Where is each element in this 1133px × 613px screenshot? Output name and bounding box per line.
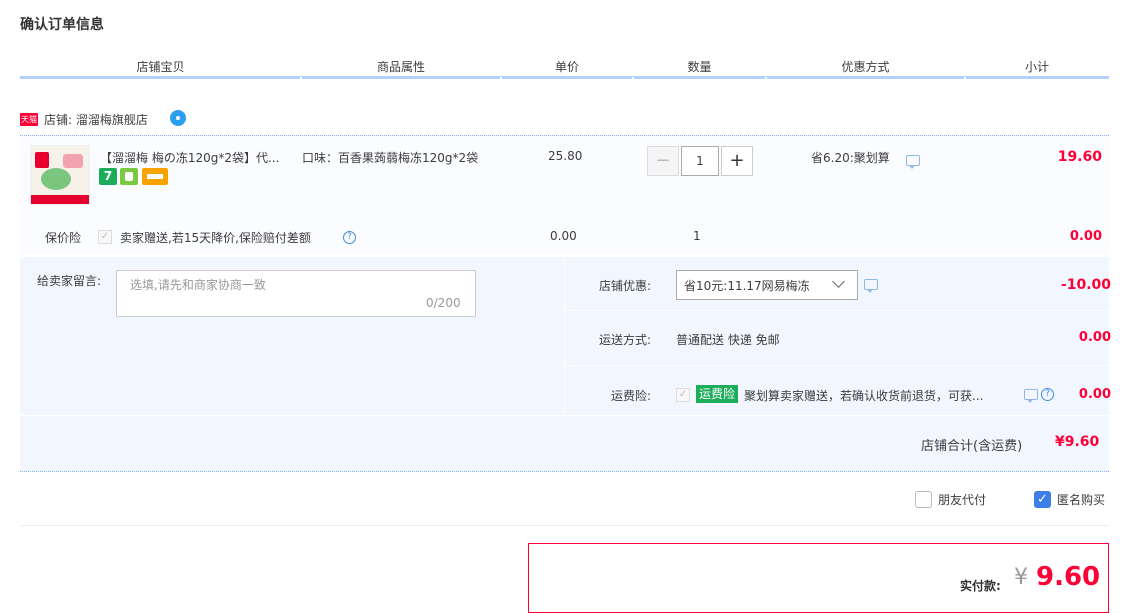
page-title: 确认订单信息 xyxy=(20,17,104,33)
header-separator xyxy=(500,77,502,80)
shipping-amount: 0.00 xyxy=(1078,330,1111,345)
column-header-unit-price: 单价 xyxy=(554,60,579,74)
product-attribute: 口味：百香果蒟蒻梅冻120g*2袋 xyxy=(302,151,479,165)
options-divider xyxy=(564,257,565,415)
promotion-comment-icon[interactable] xyxy=(906,155,920,169)
options-divider xyxy=(20,415,1109,416)
price-protection-label: 保价险 xyxy=(45,231,82,245)
unit-price: 25.80 xyxy=(548,149,583,163)
price-protection-text: 卖家赠送,若15天降价,保险赔付差额 xyxy=(120,231,311,245)
product-title-link[interactable]: 【溜溜梅 梅の冻120g*2袋】代... xyxy=(100,149,300,166)
seven-day-return-icon: 7 xyxy=(99,168,117,185)
wangwang-chat-icon[interactable] xyxy=(170,110,186,126)
header-separator xyxy=(765,77,767,80)
options-divider xyxy=(565,310,1109,311)
shipping-method-label: 运送方式: xyxy=(598,333,651,347)
service-guarantee-icon xyxy=(120,168,138,185)
promotion-text: 省6.20:聚划算 xyxy=(811,151,890,165)
payment-label: 实付款: xyxy=(960,579,1001,593)
options-divider xyxy=(565,365,1109,366)
freight-insurance-label: 运费险: xyxy=(610,389,651,403)
shop-coupon-amount: -10.00 xyxy=(1060,277,1111,293)
quantity-input[interactable]: 1 xyxy=(681,146,719,176)
tmall-badge-icon: 天猫 xyxy=(20,113,38,126)
shop-name-link[interactable]: 店铺: 溜溜梅旗舰店 xyxy=(44,111,148,128)
friend-pay-checkbox[interactable] xyxy=(915,491,932,508)
header-divider xyxy=(20,76,1109,79)
freight-insurance-tag: 运费险 xyxy=(696,385,738,403)
column-header-subtotal: 小计 xyxy=(1024,60,1049,74)
currency-symbol: ¥ xyxy=(1014,565,1028,590)
shop-total-label: 店铺合计(含运费) xyxy=(921,439,1023,454)
price-protection-subtotal: 0.00 xyxy=(1069,229,1102,244)
header-separator xyxy=(964,77,966,80)
price-protection-quantity: 1 xyxy=(693,229,701,243)
price-protection-price: 0.00 xyxy=(550,229,577,243)
freight-insurance-amount: 0.00 xyxy=(1078,387,1111,402)
anonymous-purchase-label[interactable]: 匿名购买 xyxy=(1057,491,1105,508)
header-separator xyxy=(300,77,302,80)
column-header-attributes: 商品属性 xyxy=(376,60,425,74)
product-thumbnail[interactable] xyxy=(30,145,90,205)
buyer-message-placeholder: 选填,请先和商家协商一致 xyxy=(130,278,266,292)
credit-card-icon xyxy=(142,168,168,185)
column-header-quantity: 数量 xyxy=(687,60,712,74)
column-header-shop-item: 店铺宝贝 xyxy=(136,60,185,74)
quantity-increase-button[interactable]: + xyxy=(721,146,753,176)
insurance-comment-icon[interactable] xyxy=(1024,389,1038,403)
coupon-comment-icon[interactable] xyxy=(864,279,878,293)
quantity-decrease-button[interactable]: − xyxy=(647,146,679,176)
shop-coupon-label: 店铺优惠: xyxy=(598,279,651,293)
shop-coupon-selected: 省10元:11.17网易梅冻 xyxy=(684,279,810,293)
freight-insurance-checkbox: ✓ xyxy=(676,388,690,402)
anonymous-purchase-checkbox[interactable]: ✓ xyxy=(1034,491,1051,508)
payment-amount: 9.60 xyxy=(1036,562,1101,592)
question-help-icon[interactable]: ? xyxy=(1041,388,1054,401)
shop-total-value: ¥9.60 xyxy=(1055,434,1100,450)
buyer-message-char-count: 0/200 xyxy=(426,296,461,310)
header-separator xyxy=(632,77,634,80)
freight-insurance-text: 聚划算卖家赠送，若确认收货前退货，可获... xyxy=(744,389,984,403)
question-help-icon[interactable]: ? xyxy=(343,231,356,244)
item-subtotal: 19.60 xyxy=(1057,149,1102,165)
friend-pay-label[interactable]: 朋友代付 xyxy=(938,491,986,508)
price-protection-checkbox: ✓ xyxy=(98,230,112,244)
shipping-method-text: 普通配送 快递 免邮 xyxy=(676,333,780,347)
column-header-discount: 优惠方式 xyxy=(841,60,890,74)
buyer-message-label: 给卖家留言: xyxy=(37,274,102,288)
section-divider xyxy=(20,525,1109,526)
